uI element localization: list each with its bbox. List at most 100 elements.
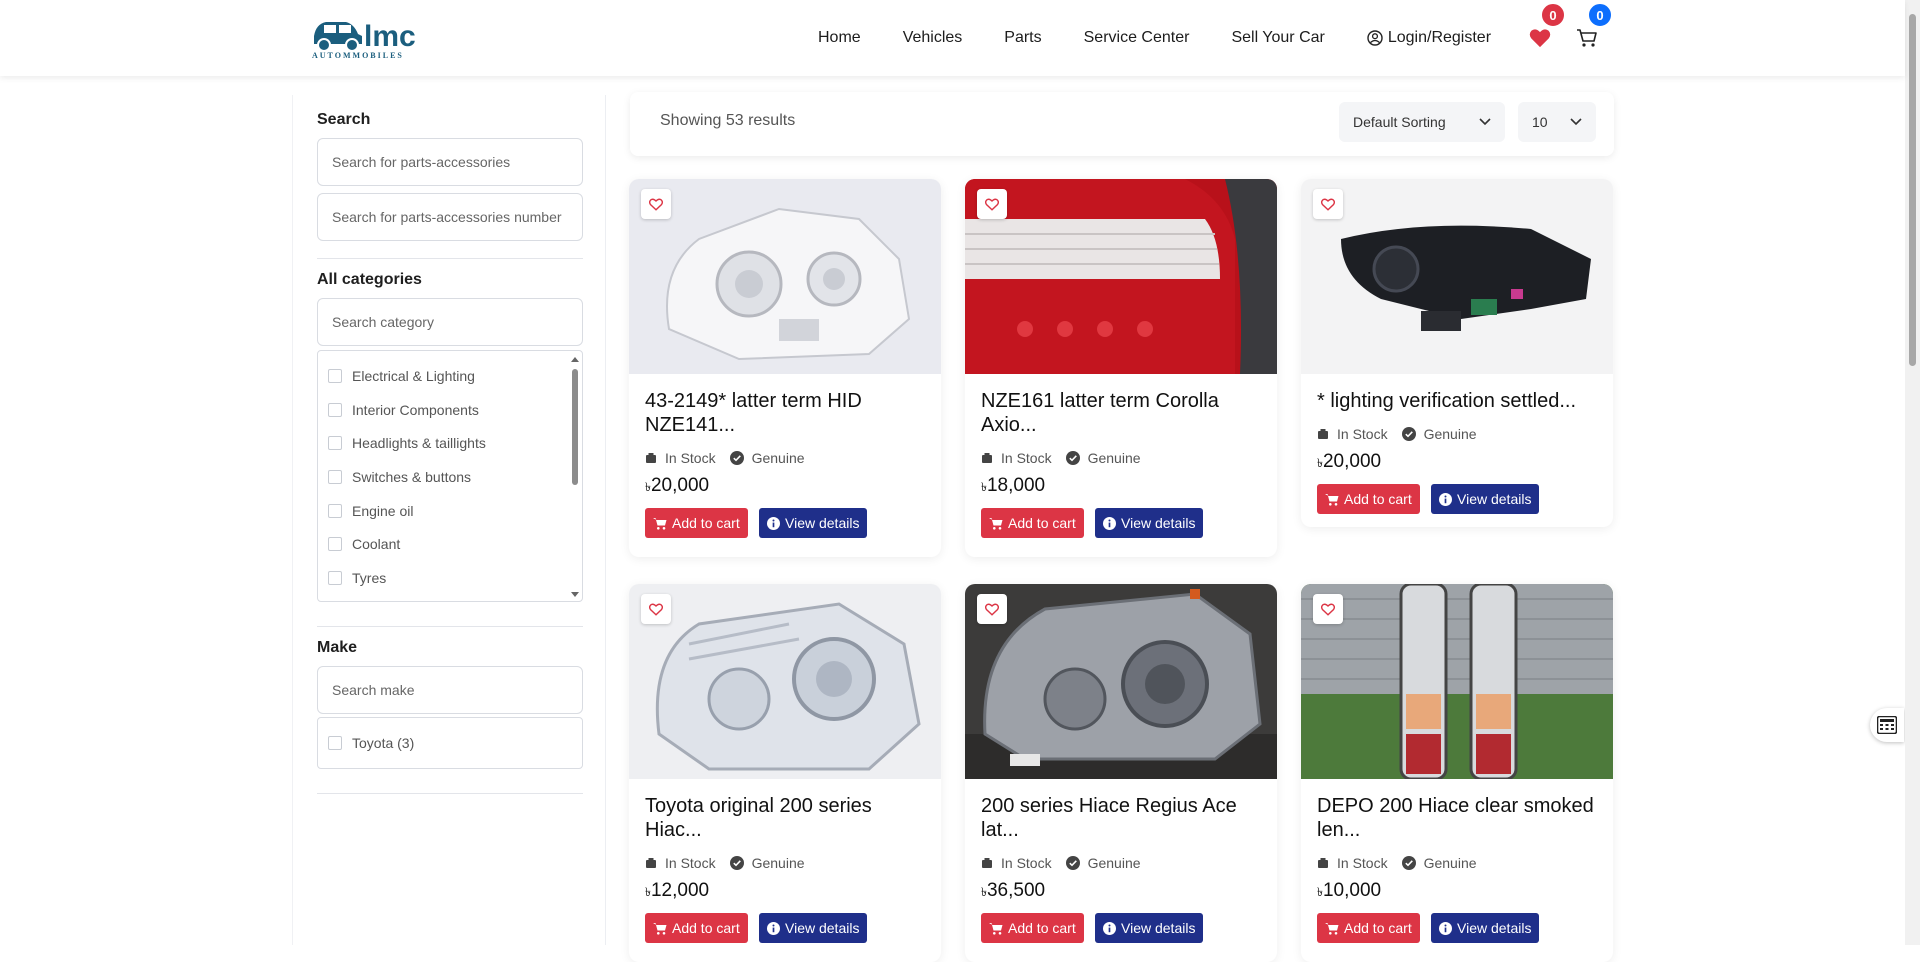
parts-search-input[interactable]: Search for parts-accessories [317, 138, 583, 186]
nav-parts[interactable]: Parts [1004, 29, 1041, 47]
wishlist-button[interactable]: 0 [1526, 2, 1566, 52]
box-icon [1318, 858, 1328, 868]
main-nav: Home Vehicles Parts Service Center Sell … [818, 0, 1533, 76]
category-option[interactable]: Tyres [328, 561, 572, 595]
add-to-cart-button[interactable]: Add to cart [1317, 484, 1420, 514]
category-option[interactable]: Headlights & taillights [328, 426, 572, 460]
genuine-label: Genuine [751, 855, 805, 871]
product-meta: In Stock Genuine [645, 450, 805, 466]
nav-vehicles[interactable]: Vehicles [903, 29, 963, 47]
sort-select[interactable]: Default Sorting [1339, 102, 1505, 142]
category-option[interactable]: Electrical & Lighting [328, 359, 572, 393]
cart-button[interactable]: 0 [1573, 2, 1613, 52]
scroll-down-icon[interactable] [570, 591, 580, 599]
product-card: 200 series Hiace Regius Ace lat... In St… [965, 584, 1277, 962]
view-details-button[interactable]: View details [1095, 508, 1204, 538]
category-scrollbar[interactable] [570, 355, 580, 599]
view-details-button[interactable]: View details [1095, 913, 1204, 943]
add-to-cart-button[interactable]: Add to cart [981, 913, 1084, 943]
view-details-button[interactable]: View details [759, 508, 868, 538]
category-option[interactable]: Coolant [328, 527, 572, 561]
add-to-cart-button[interactable]: Add to cart [1317, 913, 1420, 943]
product-title[interactable]: * lighting verification settled... [1317, 389, 1602, 413]
stock-status: In Stock [665, 450, 716, 466]
product-price: ৳20,000 [1317, 451, 1382, 472]
wishlist-toggle[interactable] [641, 189, 671, 219]
product-price: ৳10,000 [1317, 880, 1382, 901]
logo-subtext: AUTOMMOBILES [312, 51, 404, 60]
make-option[interactable]: Toyota (3) [328, 726, 414, 760]
product-image[interactable] [965, 584, 1277, 779]
nav-sell-your-car[interactable]: Sell Your Car [1231, 29, 1324, 47]
view-details-button[interactable]: View details [1431, 913, 1540, 943]
product-title[interactable]: 200 series Hiace Regius Ace lat... [981, 794, 1266, 842]
category-option[interactable]: Switches & buttons [328, 460, 572, 494]
calculator-widget-button[interactable] [1870, 708, 1904, 742]
cart-icon [653, 922, 667, 935]
product-image[interactable] [629, 584, 941, 779]
site-logo[interactable]: lmc AUTOMMOBILES [310, 12, 440, 60]
view-details-button[interactable]: View details [1431, 484, 1540, 514]
cart-icon [653, 517, 667, 530]
check-circle-icon [729, 451, 744, 465]
product-meta: In Stock Genuine [1317, 855, 1477, 871]
product-image[interactable] [629, 179, 941, 374]
heart-outline-icon [985, 603, 999, 616]
add-to-cart-button[interactable]: Add to cart [645, 508, 748, 538]
add-to-cart-label: Add to cart [672, 920, 740, 936]
product-image[interactable] [965, 179, 1277, 374]
checkbox[interactable] [328, 537, 342, 552]
genuine-label: Genuine [1423, 855, 1477, 871]
category-option[interactable]: Interior Components [328, 393, 572, 427]
nav-service-center[interactable]: Service Center [1084, 29, 1190, 47]
nav-login-register[interactable]: Login/Register [1367, 29, 1491, 47]
product-price: ৳18,000 [981, 475, 1046, 496]
heart-icon [1529, 29, 1551, 48]
product-title[interactable]: NZE161 latter term Corolla Axio... [981, 389, 1266, 437]
wishlist-toggle[interactable] [1313, 189, 1343, 219]
wishlist-toggle[interactable] [977, 594, 1007, 624]
add-to-cart-label: Add to cart [1344, 491, 1412, 507]
product-title[interactable]: Toyota original 200 series Hiac... [645, 794, 930, 842]
cart-icon [989, 922, 1003, 935]
make-search-input[interactable]: Search make [317, 666, 583, 714]
product-title[interactable]: DEPO 200 Hiace clear smoked len... [1317, 794, 1602, 842]
view-details-label: View details [1457, 920, 1532, 936]
categories-heading: All categories [317, 271, 422, 288]
view-details-button[interactable]: View details [759, 913, 868, 943]
wishlist-toggle[interactable] [1313, 594, 1343, 624]
checkbox[interactable] [328, 570, 342, 585]
box-icon [1318, 429, 1328, 439]
category-label: Tyres [352, 569, 387, 586]
per-page-value: 10 [1532, 114, 1548, 130]
checkbox[interactable] [328, 402, 342, 417]
add-to-cart-button[interactable]: Add to cart [981, 508, 1084, 538]
parts-number-search-input[interactable]: Search for parts-accessories number [317, 193, 583, 241]
stock-status: In Stock [1337, 426, 1388, 442]
genuine-label: Genuine [1087, 855, 1141, 871]
nav-home[interactable]: Home [818, 29, 861, 47]
page-scrollbar[interactable] [1905, 0, 1920, 945]
page-scroll-thumb[interactable] [1909, 14, 1916, 366]
genuine-label: Genuine [751, 450, 805, 466]
scroll-up-icon[interactable] [570, 355, 580, 363]
add-to-cart-button[interactable]: Add to cart [645, 913, 748, 943]
checkbox[interactable] [328, 436, 342, 451]
category-option[interactable]: Engine oil [328, 494, 572, 528]
genuine-label: Genuine [1423, 426, 1477, 442]
box-icon [646, 858, 656, 868]
wishlist-toggle[interactable] [977, 189, 1007, 219]
product-image[interactable] [1301, 179, 1613, 374]
checkbox[interactable] [328, 503, 342, 518]
category-search-input[interactable]: Search category [317, 298, 583, 346]
wishlist-toggle[interactable] [641, 594, 671, 624]
product-image[interactable] [1301, 584, 1613, 779]
scroll-thumb[interactable] [572, 369, 578, 485]
checkbox[interactable] [328, 368, 342, 383]
checkbox[interactable] [328, 469, 342, 484]
checkbox[interactable] [328, 736, 342, 750]
per-page-select[interactable]: 10 [1518, 102, 1596, 142]
cart-icon [1325, 922, 1339, 935]
product-title[interactable]: 43-2149* latter term HID NZE141... [645, 389, 930, 437]
category-label: Interior Components [352, 401, 479, 418]
